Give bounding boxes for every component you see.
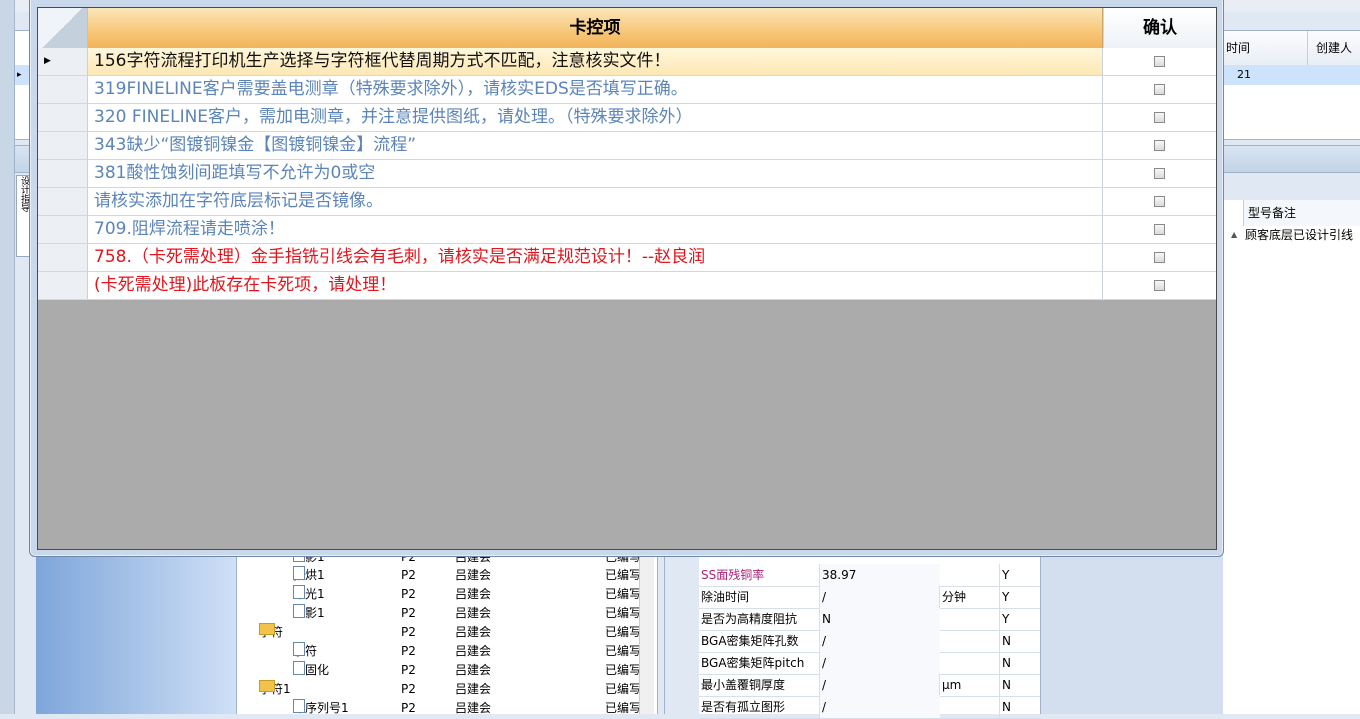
document-icon (293, 566, 305, 580)
control-item-text: 156字符流程打印机生产选择与字符框代替周期方式不匹配，注意核实文件！ (88, 48, 1103, 75)
control-item-text: 381酸性蚀刻间距填写不允许为0或空 (88, 160, 1103, 187)
property-row[interactable]: 是否为高精度阻抗 N Y (699, 608, 1041, 631)
property-row[interactable]: SS面残铜率 38.97 Y (699, 564, 1041, 587)
column-header-confirm[interactable]: 确认 (1103, 8, 1216, 48)
row-header[interactable] (38, 132, 88, 159)
row-header[interactable] (38, 216, 88, 243)
remarks-panel: 型号备注 ▲ 顾客底层已设计引线 (1222, 200, 1360, 714)
confirm-checkbox[interactable] (1153, 139, 1165, 151)
row-header[interactable] (38, 188, 88, 215)
property-grid-gutter (665, 548, 699, 714)
tree-row[interactable]: 印序列号1 P2 吕建会 已编写 (237, 699, 657, 718)
tree-row[interactable]: 预烘1 P2 吕建会 已编写 (237, 566, 657, 585)
confirm-checkbox[interactable] (1153, 279, 1165, 291)
remarks-header: 型号备注 (1243, 200, 1360, 226)
nav-panel (36, 548, 236, 714)
tree-row[interactable]: 曝光1 P2 吕建会 已编写 (237, 585, 657, 604)
confirm-cell[interactable] (1103, 188, 1216, 215)
document-icon (293, 699, 305, 713)
control-items-grid: 卡控项 确认 ▶ 156字符流程打印机生产选择与字符框代替周期方式不匹配，注意核… (37, 7, 1217, 550)
table-row[interactable]: (卡死需处理)此板存在卡死项，请处理！ (38, 272, 1216, 300)
tree-row[interactable]: 字符 P2 吕建会 已编写 (237, 642, 657, 661)
confirm-checkbox[interactable] (1153, 195, 1165, 207)
grid-header: 卡控项 确认 (38, 8, 1216, 48)
table-row[interactable]: 381酸性蚀刻间距填写不允许为0或空 (38, 160, 1216, 188)
confirm-cell[interactable] (1103, 272, 1216, 299)
confirm-checkbox[interactable] (1153, 167, 1165, 179)
process-tree: 显影1 P2 吕建会 已编写 预烘1 P2 吕建会 已编写 曝光1 P2 吕建会… (236, 548, 658, 715)
column-header-creator[interactable]: 创建人 (1307, 31, 1360, 65)
control-item-text: 请核实添加在字符底层标记是否镜像。 (88, 188, 1103, 215)
scroll-up-icon[interactable]: ▲ (1231, 230, 1237, 239)
confirm-checkbox[interactable] (1153, 223, 1165, 235)
row-header[interactable] (38, 76, 88, 103)
row-header[interactable] (38, 104, 88, 131)
property-row[interactable]: BGA密集矩阵孔数 / N (699, 630, 1041, 653)
confirm-checkbox[interactable] (1153, 251, 1165, 263)
confirm-checkbox[interactable] (1153, 55, 1165, 67)
control-item-text: 709.阻焊流程请走喷涂！ (88, 216, 1103, 243)
row-header[interactable] (38, 160, 88, 187)
confirm-cell[interactable] (1103, 244, 1216, 271)
confirm-cell[interactable] (1103, 132, 1216, 159)
property-grid: SS面残铜率 38.97 Y 除油时间 / 分钟 Y 是否为高精度阻抗 N Y … (664, 548, 1041, 719)
document-icon (293, 585, 305, 599)
confirm-cell[interactable] (1103, 104, 1216, 131)
tree-row[interactable]: − 字符 P2 吕建会 已编写 (237, 623, 657, 642)
table-row[interactable]: 320 FINELINE客户，需加电测章，并注意提供图纸，请处理。（特殊要求除外… (38, 104, 1216, 132)
folder-icon (259, 623, 275, 635)
confirm-checkbox[interactable] (1153, 83, 1165, 95)
control-item-text: 343缺少“图镀铜镍金【图镀铜镍金】流程” (88, 132, 1103, 159)
column-header-time[interactable]: 时间 (1217, 31, 1307, 65)
app-left-column (0, 0, 15, 714)
table-row[interactable]: 319FINELINE客户需要盖电测章（特殊要求除外），请核实EDS是否填写正确… (38, 76, 1216, 104)
table-row[interactable]: 758.（卡死需处理）金手指铣引线会有毛刺，请核实是否满足规范设计！--赵良润 (38, 244, 1216, 272)
table-row[interactable]: 请核实添加在字符底层标记是否镜像。 (38, 188, 1216, 216)
table-row[interactable]: 709.阻焊流程请走喷涂！ (38, 216, 1216, 244)
property-row[interactable]: BGA密集矩阵pitch / N (699, 652, 1041, 675)
row-header[interactable] (38, 272, 88, 299)
control-item-text: (卡死需处理)此板存在卡死项，请处理！ (88, 272, 1103, 299)
document-icon (293, 661, 305, 675)
folder-icon (259, 680, 275, 692)
table-row[interactable]: 343缺少“图镀铜镍金【图镀铜镍金】流程” (38, 132, 1216, 160)
current-row-icon: ▶ (38, 48, 88, 75)
column-header-control-item[interactable]: 卡控项 (88, 8, 1103, 48)
tree-row[interactable]: 终固化 P2 吕建会 已编写 (237, 661, 657, 680)
tree-scrollbar[interactable] (639, 548, 654, 714)
tree-row[interactable]: − 字符1 P2 吕建会 已编写 (237, 680, 657, 699)
table-row[interactable]: ▶ 156字符流程打印机生产选择与字符框代替周期方式不匹配，注意核实文件！ (38, 48, 1216, 76)
control-item-text: 319FINELINE客户需要盖电测章（特殊要求除外），请核实EDS是否填写正确… (88, 76, 1103, 103)
row-pointer-icon: ▸ (17, 70, 22, 80)
confirm-cell[interactable] (1103, 76, 1216, 103)
confirm-cell[interactable] (1103, 160, 1216, 187)
control-items-dialog: 卡控项 确认 ▶ 156字符流程打印机生产选择与字符框代替周期方式不匹配，注意核… (29, 0, 1224, 557)
confirm-checkbox[interactable] (1153, 111, 1165, 123)
remarks-cell: 顾客底层已设计引线 (1245, 228, 1354, 242)
property-row[interactable]: 最小盖覆铜厚度 / μm N (699, 674, 1041, 697)
confirm-cell[interactable] (1103, 48, 1216, 75)
document-icon (293, 604, 305, 618)
control-item-text: 758.（卡死需处理）金手指铣引线会有毛刺，请核实是否满足规范设计！--赵良润 (88, 244, 1103, 271)
row-header[interactable] (38, 244, 88, 271)
document-icon (293, 642, 305, 656)
confirm-cell[interactable] (1103, 216, 1216, 243)
select-all-corner[interactable] (38, 8, 88, 48)
property-side-panel (1040, 548, 1223, 714)
property-row[interactable]: 是否有孤立图形 / N (699, 696, 1041, 719)
property-row[interactable]: 除油时间 / 分钟 Y (699, 586, 1041, 609)
tree-row[interactable]: 显影1 P2 吕建会 已编写 (237, 604, 657, 623)
time-cell: 21 (1237, 68, 1251, 81)
control-item-text: 320 FINELINE客户，需加电测章，并注意提供图纸，请处理。（特殊要求除外… (88, 104, 1103, 131)
